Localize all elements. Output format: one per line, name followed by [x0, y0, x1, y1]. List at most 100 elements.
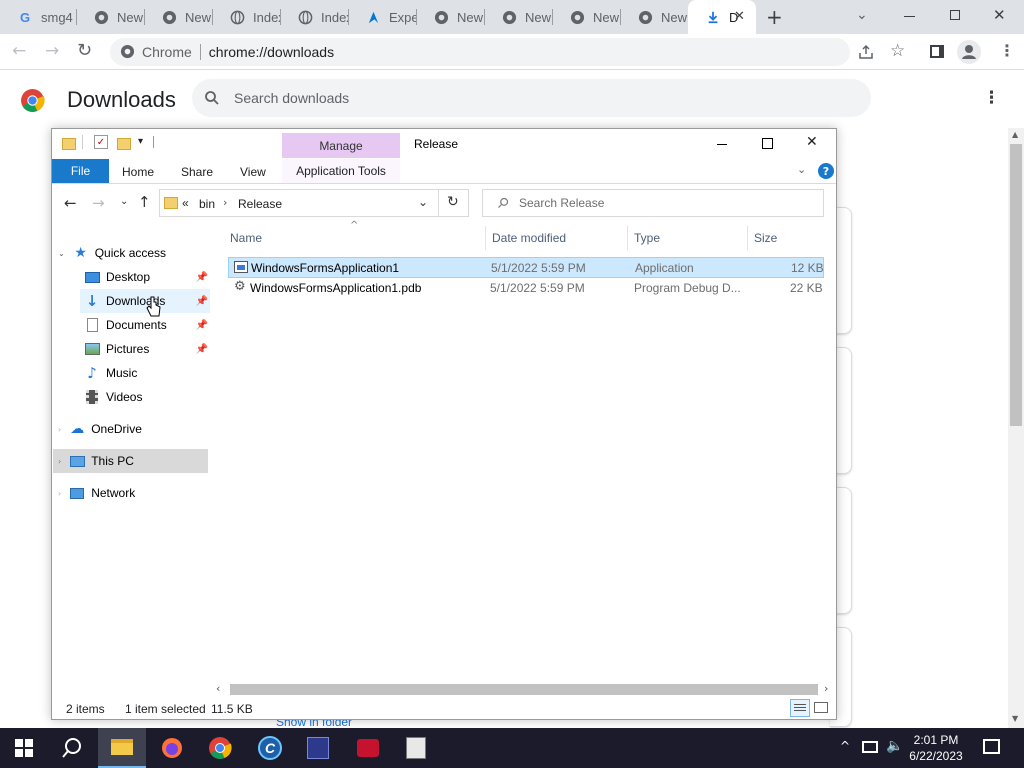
- page-scrollbar[interactable]: ▲ ▼: [1008, 128, 1024, 728]
- new-folder-icon[interactable]: [117, 138, 131, 150]
- downloads-search[interactable]: Search downloads: [192, 79, 871, 117]
- ribbon-tab-home[interactable]: Home: [122, 165, 154, 179]
- ribbon-tab-share[interactable]: Share: [181, 165, 213, 179]
- start-button[interactable]: [0, 728, 48, 768]
- person-icon: [962, 45, 976, 59]
- omnibox-url[interactable]: chrome://downloads: [209, 44, 334, 60]
- breadcrumb-bin[interactable]: bin: [199, 197, 215, 211]
- tab-8[interactable]: New: [484, 0, 552, 34]
- nav-videos[interactable]: Videos: [84, 385, 142, 409]
- scroll-up-arrow-icon[interactable]: ▲: [1012, 130, 1018, 139]
- taskbar-firefox[interactable]: [148, 728, 196, 768]
- profile-avatar[interactable]: [957, 40, 981, 64]
- tab-6[interactable]: Expe: [348, 0, 416, 34]
- chrome-menu-icon[interactable]: ⋮: [999, 41, 1015, 60]
- tab-2[interactable]: New: [76, 0, 144, 34]
- window-close-button[interactable]: ✕: [993, 6, 1006, 24]
- nav-music[interactable]: ♪ Music: [84, 361, 137, 385]
- tab-10[interactable]: New: [620, 0, 688, 34]
- search-button[interactable]: [48, 728, 96, 768]
- nav-downloads[interactable]: ↓ Downloads 📌: [80, 289, 210, 313]
- tray-overflow-chevron-icon[interactable]: ^: [840, 739, 850, 753]
- taskbar-chrome[interactable]: [196, 728, 244, 768]
- breadcrumb-release[interactable]: Release: [238, 197, 282, 211]
- taskbar-app-c[interactable]: C: [246, 728, 294, 768]
- reload-icon[interactable]: ↻: [77, 40, 92, 61]
- downloads-menu-icon[interactable]: ⋮: [983, 88, 1000, 108]
- file-name: WindowsFormsApplication1: [251, 261, 400, 275]
- bookmark-star-icon[interactable]: ☆: [890, 41, 905, 61]
- network-tray-icon[interactable]: [862, 741, 878, 753]
- ribbon-tab-file[interactable]: File: [52, 159, 109, 183]
- collapsed-chevron-icon[interactable]: ›: [58, 425, 61, 434]
- explorer-search-box[interactable]: Search Release: [482, 189, 824, 217]
- file-row[interactable]: ⚙ WindowsFormsApplication1.pdb 5/1/2022 …: [228, 278, 824, 299]
- explorer-close-button[interactable]: ✕: [806, 134, 818, 150]
- back-arrow-icon[interactable]: ←: [64, 194, 77, 212]
- nav-this-pc[interactable]: › This PC: [53, 449, 208, 473]
- tab-3[interactable]: New: [144, 0, 212, 34]
- scrollbar-thumb[interactable]: [1010, 144, 1022, 426]
- details-view-button[interactable]: [790, 699, 810, 717]
- close-tab-icon[interactable]: ✕: [734, 9, 745, 24]
- tab-7[interactable]: New: [416, 0, 484, 34]
- file-row-selected[interactable]: WindowsFormsApplication1 5/1/2022 5:59 P…: [228, 257, 824, 278]
- taskbar-app[interactable]: [392, 728, 440, 768]
- restore-button[interactable]: [950, 10, 960, 20]
- qat-dropdown-icon[interactable]: ▾: [138, 136, 143, 147]
- forward-icon[interactable]: →: [45, 41, 59, 61]
- scroll-down-arrow-icon[interactable]: ▼: [1012, 714, 1018, 723]
- navigation-pane: ⌄ ★ Quick access Desktop 📌 ↓ Downloads 📌…: [52, 224, 210, 679]
- taskbar-visual-studio[interactable]: [294, 728, 342, 768]
- notifications-icon[interactable]: [983, 739, 1000, 754]
- tab-downloads-active[interactable]: D ✕: [688, 0, 756, 34]
- pin-icon: 📌: [195, 295, 208, 307]
- nav-pictures[interactable]: Pictures 📌: [84, 337, 210, 361]
- explorer-search-placeholder: Search Release: [519, 196, 605, 210]
- scroll-right-arrow-icon[interactable]: ›: [824, 682, 828, 695]
- properties-icon[interactable]: ✓: [94, 135, 108, 149]
- address-bar[interactable]: « bin › Release ⌄ ↻: [159, 189, 469, 217]
- hscroll-thumb[interactable]: [230, 684, 818, 695]
- column-header-size[interactable]: Size: [748, 226, 828, 250]
- tab-1[interactable]: Gsmg4: [0, 0, 76, 34]
- column-header-type[interactable]: Type: [628, 226, 748, 250]
- recent-locations-chevron-icon[interactable]: ⌄: [120, 196, 128, 207]
- explorer-maximize-button[interactable]: [762, 138, 773, 149]
- large-icons-view-button[interactable]: [814, 702, 828, 713]
- forward-arrow-icon[interactable]: →: [92, 194, 105, 212]
- manage-contextual-tab[interactable]: Manage: [282, 133, 400, 158]
- explorer-minimize-button[interactable]: [717, 144, 727, 145]
- clock[interactable]: 2:01 PM 6/22/2023: [900, 732, 972, 764]
- horizontal-scrollbar[interactable]: ‹ ›: [214, 681, 834, 698]
- minimize-button[interactable]: [904, 16, 915, 17]
- ribbon-expand-chevron-icon[interactable]: ⌄: [797, 163, 806, 176]
- taskbar-file-explorer[interactable]: [98, 728, 146, 768]
- address-dropdown-chevron-icon[interactable]: ⌄: [418, 195, 428, 209]
- column-header-date-modified[interactable]: Date modified: [486, 226, 628, 250]
- collapsed-chevron-icon[interactable]: ›: [58, 489, 61, 498]
- refresh-icon[interactable]: ↻: [447, 194, 459, 210]
- scroll-left-arrow-icon[interactable]: ‹: [216, 682, 220, 695]
- expanded-chevron-icon[interactable]: ⌄: [58, 249, 65, 258]
- tab-5[interactable]: Index: [280, 0, 348, 34]
- collapsed-chevron-icon[interactable]: ›: [58, 457, 61, 466]
- tab-4[interactable]: Index: [212, 0, 280, 34]
- share-icon[interactable]: [858, 44, 874, 63]
- ribbon-tab-application-tools[interactable]: Application Tools: [282, 159, 400, 183]
- new-tab-button[interactable]: +: [766, 5, 783, 29]
- up-arrow-icon[interactable]: ↑: [138, 193, 151, 211]
- tab-9[interactable]: New: [552, 0, 620, 34]
- help-icon[interactable]: ?: [818, 163, 834, 179]
- back-icon[interactable]: ←: [12, 41, 26, 61]
- nav-onedrive[interactable]: › ☁ OneDrive: [58, 417, 142, 441]
- taskbar-recorder[interactable]: [344, 728, 392, 768]
- omnibox[interactable]: Chrome chrome://downloads: [110, 38, 850, 66]
- nav-quick-access[interactable]: ⌄ ★ Quick access: [58, 241, 166, 265]
- address-overflow[interactable]: «: [182, 196, 189, 210]
- tab-search-chevron-icon[interactable]: ⌄: [856, 7, 868, 23]
- side-panel-icon[interactable]: [930, 45, 944, 58]
- nav-network[interactable]: › Network: [58, 481, 135, 505]
- ribbon-tab-view[interactable]: View: [240, 165, 266, 179]
- nav-desktop[interactable]: Desktop 📌: [84, 265, 210, 289]
